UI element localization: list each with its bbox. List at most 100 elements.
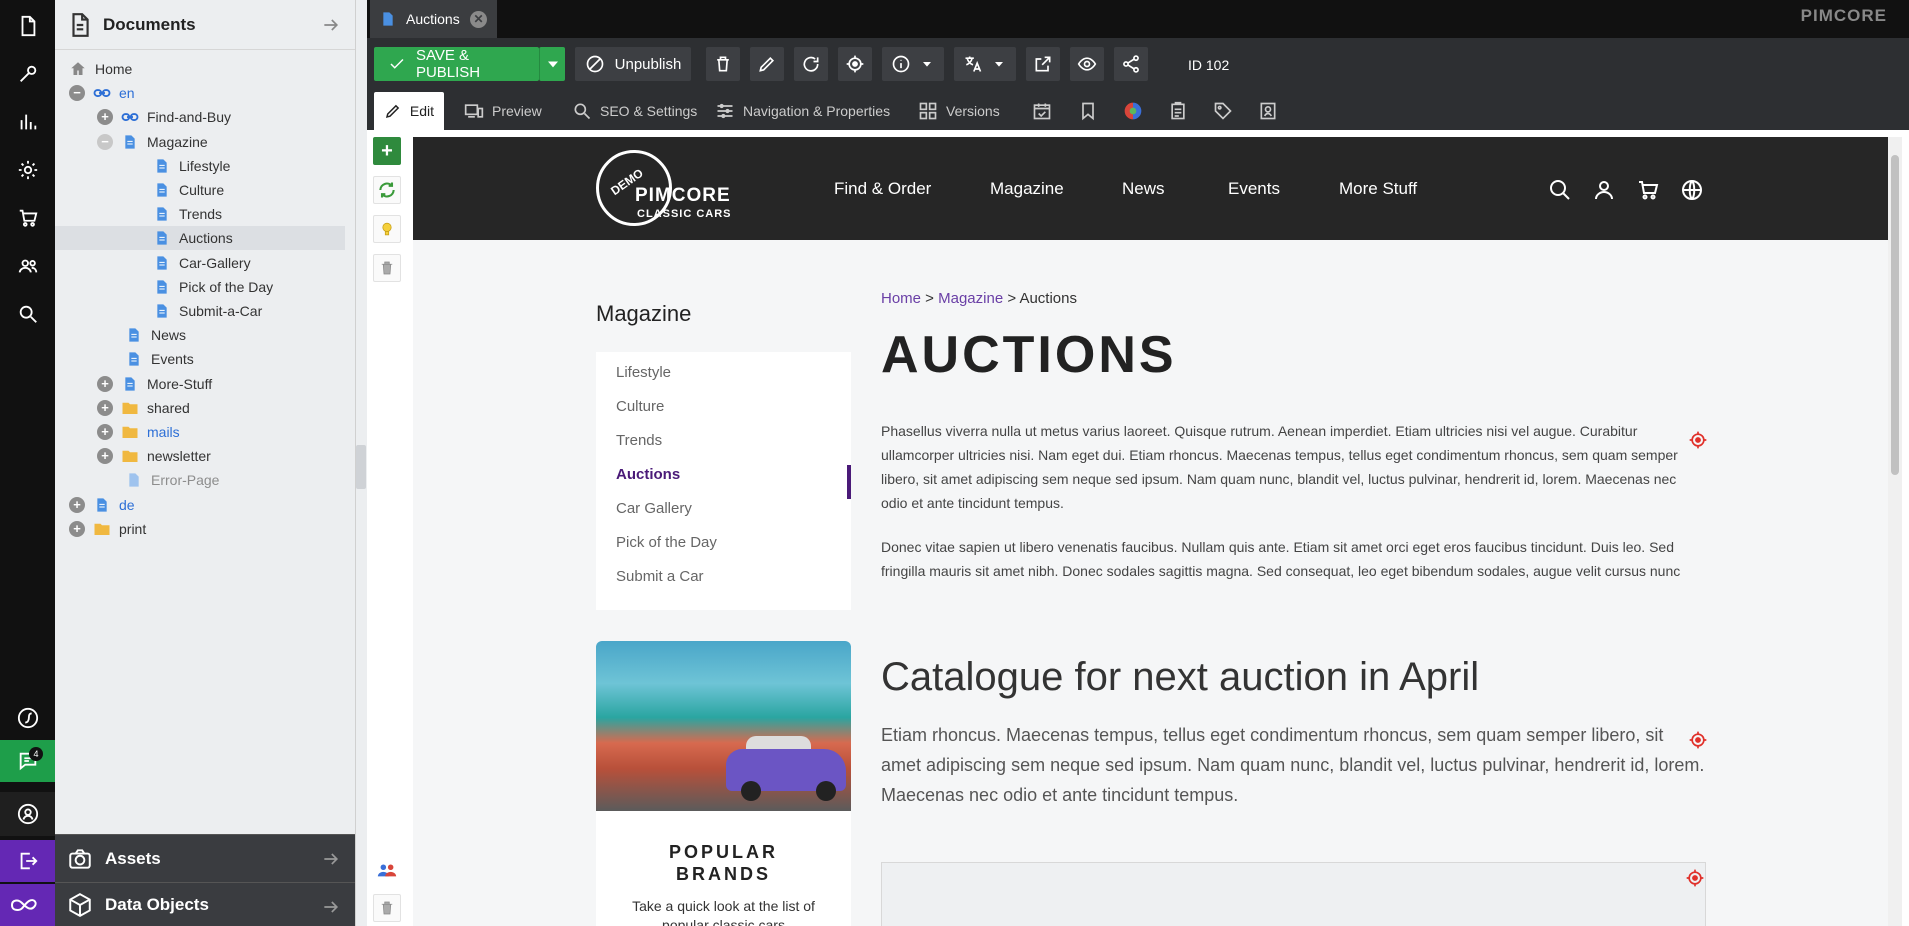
- second-paragraph[interactable]: Donec vitae sapien ut libero venenatis f…: [881, 535, 1706, 583]
- preview-button[interactable]: [1070, 47, 1104, 81]
- tree-node-trends[interactable]: Trends: [153, 202, 222, 226]
- share-button[interactable]: [1114, 47, 1148, 81]
- nav-magazine[interactable]: Magazine: [990, 179, 1064, 199]
- expand-plus-icon[interactable]: +: [97, 448, 113, 465]
- tree-node-de[interactable]: + de: [69, 493, 135, 517]
- breadcrumb-home[interactable]: Home: [881, 290, 921, 307]
- save-publish-button[interactable]: SAVE & PUBLISH: [374, 47, 539, 81]
- settings-gear-icon[interactable]: [0, 150, 55, 190]
- tree-node-pick-of-the-day[interactable]: Pick of the Day: [153, 275, 273, 299]
- popular-brands-card[interactable]: POPULAR BRANDS Take a quick look at the …: [596, 641, 851, 926]
- sidebar-item-trends[interactable]: Trends: [616, 432, 662, 449]
- tree-node-print[interactable]: + print: [69, 517, 146, 541]
- arrow-right-icon[interactable]: [321, 15, 341, 35]
- sidebar-item-submit-a-car[interactable]: Submit a Car: [616, 568, 704, 585]
- users-icon[interactable]: [0, 246, 55, 286]
- users-group-icon[interactable]: [373, 856, 401, 884]
- tab-schedule[interactable]: [1022, 92, 1062, 130]
- tree-node-home[interactable]: Home: [69, 57, 132, 81]
- add-block-icon[interactable]: +: [373, 137, 401, 165]
- expand-plus-icon[interactable]: +: [97, 375, 113, 392]
- trash-icon[interactable]: [373, 254, 401, 282]
- tab-workflow[interactable]: [1248, 92, 1288, 130]
- show-in-tree-button[interactable]: [838, 47, 872, 81]
- reload-sync-icon[interactable]: [373, 176, 401, 204]
- site-cart-icon[interactable]: [1636, 178, 1660, 202]
- lightbulb-icon[interactable]: [373, 215, 401, 243]
- tab-navigation-properties[interactable]: Navigation & Properties: [705, 92, 900, 130]
- assets-accordion[interactable]: Assets: [55, 834, 355, 882]
- pimcore-logo-icon[interactable]: [0, 884, 55, 926]
- nav-more-stuff[interactable]: More Stuff: [1339, 179, 1417, 199]
- tree-node-newsletter[interactable]: + newsletter: [97, 444, 211, 468]
- user-avatar-icon[interactable]: [0, 792, 55, 836]
- arrow-right-icon[interactable]: [321, 849, 341, 869]
- tab-preview[interactable]: Preview: [454, 92, 552, 130]
- site-language-globe-icon[interactable]: [1680, 178, 1704, 202]
- save-options-dropdown[interactable]: [539, 47, 565, 81]
- expand-plus-icon[interactable]: +: [97, 424, 113, 440]
- unpublish-button[interactable]: Unpublish: [575, 47, 691, 81]
- edit-target-icon[interactable]: [1688, 730, 1708, 750]
- lead-paragraph[interactable]: Etiam rhoncus. Maecenas tempus, tellus e…: [881, 720, 1706, 810]
- tab-versions[interactable]: Versions: [908, 92, 1010, 130]
- reload-button[interactable]: [794, 47, 828, 81]
- tree-node-auctions[interactable]: Auctions: [55, 226, 345, 251]
- trash-icon[interactable]: [373, 894, 401, 922]
- tree-node-submit-a-car[interactable]: Submit-a-Car: [153, 299, 262, 323]
- tree-node-lifestyle[interactable]: Lifestyle: [153, 154, 230, 178]
- tab-edit[interactable]: Edit: [374, 92, 444, 130]
- tree-node-shared[interactable]: + shared: [97, 396, 190, 420]
- collapse-minus-icon[interactable]: −: [97, 133, 113, 150]
- edit-target-icon[interactable]: [1688, 430, 1708, 450]
- edit-target-icon[interactable]: [1685, 868, 1705, 888]
- collapse-handle[interactable]: [356, 445, 366, 489]
- tree-node-find-and-buy[interactable]: + Find-and-Buy: [97, 105, 231, 129]
- tree-node-error-page[interactable]: Error-Page: [125, 468, 219, 492]
- data-objects-accordion[interactable]: Data Objects: [55, 882, 355, 926]
- tree-node-culture[interactable]: Culture: [153, 178, 224, 202]
- tree-node-more-stuff[interactable]: + More-Stuff: [97, 372, 212, 396]
- expand-plus-icon[interactable]: +: [69, 496, 85, 513]
- nav-news[interactable]: News: [1122, 179, 1165, 199]
- expand-plus-icon[interactable]: +: [69, 520, 85, 537]
- info-button[interactable]: [882, 47, 944, 81]
- tree-node-magazine[interactable]: − Magazine: [97, 130, 208, 154]
- tab-auctions[interactable]: Auctions ✕: [370, 0, 497, 38]
- tab-bookmark[interactable]: [1068, 92, 1108, 130]
- panel-splitter[interactable]: [355, 0, 367, 926]
- reports-icon[interactable]: [0, 102, 55, 142]
- nav-events[interactable]: Events: [1228, 179, 1280, 199]
- tree-node-en[interactable]: − en: [69, 81, 135, 105]
- nav-find-order[interactable]: Find & Order: [834, 179, 931, 199]
- expand-plus-icon[interactable]: +: [97, 109, 113, 126]
- rename-button[interactable]: [750, 47, 784, 81]
- tab-tasks[interactable]: [1158, 92, 1198, 130]
- tab-dependencies[interactable]: [1113, 92, 1153, 130]
- symfony-icon[interactable]: [0, 698, 55, 738]
- tab-seo-settings[interactable]: SEO & Settings: [562, 92, 707, 130]
- content-block-placeholder[interactable]: [881, 862, 1706, 926]
- sidebar-item-auctions[interactable]: Auctions: [616, 466, 680, 483]
- sidebar-item-culture[interactable]: Culture: [616, 398, 664, 415]
- delete-button[interactable]: [706, 47, 740, 81]
- sidebar-item-lifestyle[interactable]: Lifestyle: [616, 364, 671, 381]
- notifications-icon[interactable]: 4: [0, 740, 55, 782]
- tree-node-events[interactable]: Events: [125, 347, 194, 371]
- documents-icon[interactable]: [0, 6, 55, 46]
- translation-button[interactable]: [954, 47, 1016, 81]
- ecommerce-cart-icon[interactable]: [0, 198, 55, 238]
- sidebar-item-car-gallery[interactable]: Car Gallery: [616, 500, 692, 517]
- search-icon[interactable]: [0, 294, 55, 334]
- preview-scrollbar[interactable]: [1888, 137, 1902, 926]
- site-search-icon[interactable]: [1548, 178, 1572, 202]
- sidebar-item-pick-of-the-day[interactable]: Pick of the Day: [616, 534, 717, 551]
- tree-node-mails[interactable]: + mails: [97, 420, 180, 444]
- logout-icon[interactable]: [0, 840, 55, 882]
- tools-icon[interactable]: [0, 54, 55, 94]
- tab-tags[interactable]: [1203, 92, 1243, 130]
- close-tab-icon[interactable]: ✕: [470, 11, 487, 28]
- tree-node-car-gallery[interactable]: Car-Gallery: [153, 251, 251, 275]
- open-in-new-window-button[interactable]: [1026, 47, 1060, 81]
- arrow-right-icon[interactable]: [321, 897, 341, 917]
